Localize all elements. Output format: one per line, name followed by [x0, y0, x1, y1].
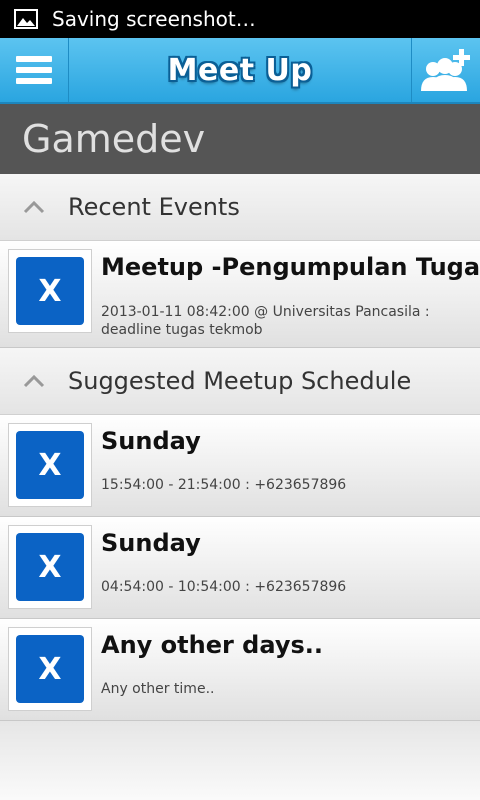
- x-icon: X: [16, 533, 84, 601]
- chevron-up-icon: [0, 348, 68, 414]
- group-title: Gamedev: [0, 104, 480, 174]
- event-thumbnail: X: [8, 525, 92, 609]
- item-desc: Any other time..: [101, 681, 215, 697]
- menu-button[interactable]: [0, 38, 69, 102]
- item-desc: 2013-01-11 08:42:00 @ Universitas Pancas…: [101, 303, 461, 339]
- x-icon: X: [16, 257, 84, 325]
- app-title: Meet Up: [167, 52, 313, 88]
- item-title: Sunday: [101, 529, 201, 557]
- chevron-up-icon: [0, 174, 68, 240]
- event-thumbnail: X: [8, 423, 92, 507]
- empty-area: [0, 721, 480, 800]
- list-item[interactable]: X Any other days.. Any other time..: [0, 619, 480, 721]
- group-title-text: Gamedev: [22, 117, 206, 161]
- event-thumbnail: X: [8, 249, 92, 333]
- item-title: Sunday: [101, 427, 201, 455]
- status-text: Saving screenshot…: [52, 7, 256, 31]
- group-label: Recent Events: [68, 193, 240, 221]
- x-icon: X: [16, 635, 84, 703]
- hamburger-icon: [16, 51, 52, 89]
- item-desc-line: 2013-01-11 08:42:00 @ Universitas Pancas…: [101, 304, 430, 320]
- event-thumbnail: X: [8, 627, 92, 711]
- item-title: Any other days..: [101, 631, 323, 659]
- add-user-icon: [421, 49, 470, 91]
- list-item[interactable]: X Meetup -Pengumpulan Tugas 2013-01-11 0…: [0, 241, 480, 348]
- x-icon: X: [16, 431, 84, 499]
- add-user-button[interactable]: [411, 38, 480, 102]
- item-desc: 15:54:00 - 21:54:00 : +623657896: [101, 477, 347, 493]
- item-title: Meetup -Pengumpulan Tugas: [101, 253, 480, 281]
- list-item[interactable]: X Sunday 04:54:00 - 10:54:00 : +62365789…: [0, 517, 480, 619]
- app-bar: Meet Up: [0, 38, 480, 104]
- group-label: Suggested Meetup Schedule: [68, 367, 412, 395]
- status-bar: Saving screenshot…: [0, 0, 480, 38]
- item-desc-line: deadline tugas tekmob: [101, 322, 263, 338]
- list-item[interactable]: X Sunday 15:54:00 - 21:54:00 : +62365789…: [0, 415, 480, 517]
- recent-events-header[interactable]: Recent Events: [0, 174, 480, 241]
- image-icon: [14, 9, 38, 29]
- item-desc: 04:54:00 - 10:54:00 : +623657896: [101, 579, 347, 595]
- suggested-schedule-header[interactable]: Suggested Meetup Schedule: [0, 348, 480, 415]
